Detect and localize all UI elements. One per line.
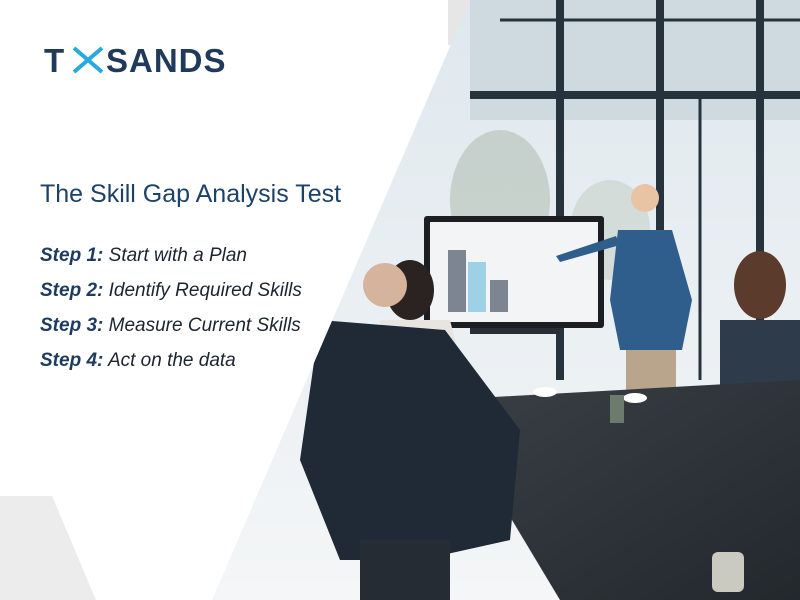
glass bbox=[712, 552, 744, 592]
step-item-1: Step 1: Start with a Plan bbox=[40, 243, 302, 278]
step-item-2: Step 2: Identify Required Skills bbox=[40, 278, 302, 313]
presenter-head bbox=[631, 184, 659, 212]
man-head bbox=[363, 263, 407, 307]
chair bbox=[360, 540, 450, 600]
screen-bar-2 bbox=[468, 262, 486, 312]
steps-list: Step 1: Start with a Plan Step 2: Identi… bbox=[40, 243, 302, 383]
step-number: Step 2: bbox=[40, 280, 104, 301]
step-text: Measure Current Skills bbox=[108, 315, 301, 336]
page-title: The Skill Gap Analysis Test bbox=[40, 180, 342, 208]
texsands-logo: T SANDS bbox=[44, 42, 227, 79]
step-text: Identify Required Skills bbox=[108, 280, 302, 301]
logo-word-sands: SANDS bbox=[106, 42, 227, 79]
step-number: Step 1: bbox=[40, 245, 104, 266]
ceiling bbox=[470, 0, 800, 120]
decor-shape-bottom bbox=[0, 496, 96, 600]
cup-2 bbox=[623, 393, 647, 403]
tv-stand bbox=[470, 328, 560, 334]
cup-1 bbox=[533, 387, 557, 397]
step-item-4: Step 4: Act on the data bbox=[40, 348, 302, 383]
step-number: Step 4: bbox=[40, 350, 104, 371]
plant-pot bbox=[610, 395, 624, 423]
logo-x-mark-icon bbox=[72, 46, 104, 74]
step-text: Act on the data bbox=[107, 350, 236, 371]
banner-canvas: T SANDS The Skill Gap Analysis Test Step… bbox=[0, 0, 800, 600]
step-text: Start with a Plan bbox=[108, 245, 247, 266]
screen-bar-3 bbox=[490, 280, 508, 312]
woman-right-hair bbox=[734, 251, 786, 319]
step-item-3: Step 3: Measure Current Skills bbox=[40, 313, 302, 348]
screen-bar-1 bbox=[448, 250, 466, 312]
step-number: Step 3: bbox=[40, 315, 104, 336]
logo-letter-t: T bbox=[44, 42, 65, 79]
